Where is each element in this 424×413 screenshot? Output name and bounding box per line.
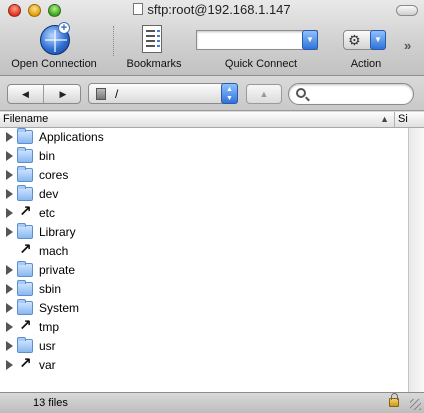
file-browser: Filename ▲ Si Applications bin cores dev ↗ et…	[0, 112, 424, 392]
disclosure-triangle-icon[interactable]	[6, 151, 13, 161]
folder-icon	[17, 185, 33, 201]
disclosure-triangle-icon[interactable]	[6, 360, 13, 370]
disclosure-triangle-icon[interactable]	[6, 322, 13, 332]
file-name: var	[39, 358, 56, 372]
vertical-scrollbar[interactable]	[408, 128, 424, 392]
action-label: Action	[350, 58, 382, 70]
table-row[interactable]: ↗ var	[0, 356, 408, 375]
action-menu: ⚙ ▼ Action	[338, 22, 394, 74]
file-name: cores	[39, 168, 69, 182]
alias-icon: ↗	[19, 203, 32, 220]
parent-directory-button[interactable]: ▲	[246, 84, 282, 104]
table-row[interactable]: cores	[0, 166, 408, 185]
table-row[interactable]: ↗ tmp	[0, 318, 408, 337]
filename-column-label: Filename	[3, 113, 49, 125]
file-name: usr	[39, 339, 56, 353]
table-row[interactable]: Library	[0, 223, 408, 242]
forward-button[interactable]: ▶	[45, 85, 81, 103]
disclosure-triangle-icon[interactable]	[6, 303, 13, 313]
table-row[interactable]: usr	[0, 337, 408, 356]
action-button[interactable]: ⚙ ▼	[343, 30, 386, 50]
chevron-down-icon: ▼	[370, 30, 386, 50]
table-row[interactable]: dev	[0, 185, 408, 204]
search-input[interactable]	[288, 83, 414, 105]
popup-arrows-icon: ▲ ▼	[221, 83, 238, 104]
table-row[interactable]: ↗ mach	[0, 242, 408, 261]
folder-icon	[17, 261, 33, 277]
folder-icon	[17, 299, 33, 315]
disclosure-triangle-icon[interactable]	[6, 265, 13, 275]
toolbar-separator	[113, 26, 115, 56]
file-name: sbin	[39, 282, 62, 296]
alias-icon: ↗	[19, 355, 32, 372]
bookmarks-label: Bookmarks	[126, 58, 182, 70]
status-bar: 13 files	[0, 392, 424, 413]
file-name: mach	[39, 244, 69, 258]
folder-icon	[17, 223, 33, 239]
file-count: 13 files	[33, 397, 68, 409]
folder-icon	[17, 147, 33, 163]
folder-icon	[17, 337, 33, 353]
open-connection-label: Open Connection	[11, 58, 97, 70]
folder-icon	[17, 280, 33, 296]
file-name: Applications	[39, 130, 104, 144]
table-header: Filename ▲ Si	[0, 112, 424, 128]
disclosure-triangle-icon[interactable]	[6, 341, 13, 351]
table-row[interactable]: bin	[0, 147, 408, 166]
disclosure-triangle-icon[interactable]	[6, 132, 13, 142]
folder-icon	[17, 128, 33, 144]
document-icon	[133, 3, 144, 15]
sort-ascending-icon: ▲	[380, 114, 389, 124]
gear-icon: ⚙	[348, 32, 361, 48]
disclosure-triangle-icon[interactable]	[6, 170, 13, 180]
lock-icon	[389, 393, 399, 407]
toolbar-overflow-icon[interactable]: »	[404, 38, 411, 53]
chevron-down-icon[interactable]: ▼	[302, 30, 318, 50]
file-name: System	[39, 301, 80, 315]
size-column-header[interactable]: Si	[396, 112, 424, 127]
quick-connect-group: ▼ Quick Connect	[190, 22, 332, 74]
file-name: Library	[39, 225, 76, 239]
file-name: dev	[39, 187, 59, 201]
file-name: bin	[39, 149, 56, 163]
toolbar-toggle-button[interactable]	[396, 5, 418, 16]
table-row[interactable]: System	[0, 299, 408, 318]
filename-column-header[interactable]: Filename ▲	[0, 112, 395, 127]
plus-icon: +	[58, 22, 70, 34]
table-row[interactable]: Applications	[0, 128, 408, 147]
table-row[interactable]: sbin	[0, 280, 408, 299]
alias-icon: ↗	[19, 317, 32, 334]
path-popup[interactable]: / ▲ ▼	[88, 83, 238, 104]
file-name: private	[39, 263, 76, 277]
drive-icon	[96, 88, 106, 100]
folder-icon	[17, 166, 33, 182]
disclosure-triangle-icon[interactable]	[6, 284, 13, 294]
bookmarks-icon	[142, 25, 162, 53]
window-title: sftp:root@192.168.1.147	[0, 2, 424, 17]
file-name: etc	[39, 206, 56, 220]
app-window: sftp:root@192.168.1.147 + Open Connectio…	[0, 0, 424, 413]
disclosure-triangle-icon[interactable]	[6, 227, 13, 237]
quick-connect-combobox[interactable]: ▼	[196, 30, 318, 50]
toolbar: sftp:root@192.168.1.147 + Open Connectio…	[0, 0, 424, 76]
disclosure-triangle-icon[interactable]	[6, 208, 13, 218]
current-path: /	[115, 87, 119, 101]
quick-connect-label: Quick Connect	[224, 58, 298, 70]
history-navigation: ◀ ▶	[7, 84, 81, 104]
open-connection-button[interactable]: + Open Connection	[2, 22, 106, 74]
alias-icon: ↗	[19, 241, 32, 258]
window-title-text: sftp:root@192.168.1.147	[147, 2, 291, 17]
resize-grip[interactable]	[410, 399, 421, 410]
navigation-bar: ◀ ▶ / ▲ ▼ ▲	[0, 77, 424, 111]
back-button[interactable]: ◀	[8, 85, 44, 103]
table-row[interactable]: ↗ etc	[0, 204, 408, 223]
search-icon	[296, 88, 306, 98]
bookmarks-button[interactable]: Bookmarks	[122, 22, 186, 74]
table-row[interactable]: private	[0, 261, 408, 280]
file-name: tmp	[39, 320, 60, 334]
file-list: Applications bin cores dev ↗ etc Library ↗ mach p…	[0, 128, 408, 388]
disclosure-triangle-icon[interactable]	[6, 189, 13, 199]
